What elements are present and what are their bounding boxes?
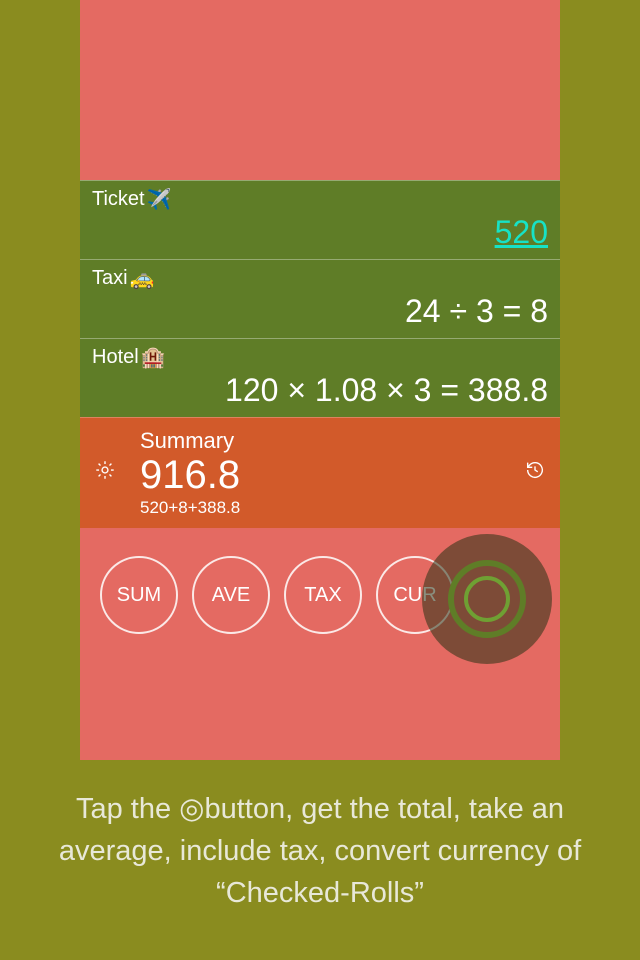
summary-expression: 520+8+388.8 (140, 498, 546, 518)
summary-total: 916.8 (140, 454, 546, 496)
expense-row-taxi[interactable]: Taxi 🚕 24 ÷ 3 = 8 (80, 259, 560, 338)
row-label-text: Ticket (92, 188, 145, 211)
row-value: 120 × 1.08 × 3 = 388.8 (92, 372, 548, 409)
taxi-icon: 🚕 (130, 266, 155, 291)
ring-button[interactable] (422, 534, 552, 664)
operation-bar: SUM AVE TAX CUR (80, 528, 560, 678)
tax-button[interactable]: TAX (284, 556, 362, 634)
airplane-icon: ✈️ (147, 187, 172, 212)
row-label: Taxi 🚕 (92, 266, 548, 291)
app-screen: Ticket ✈️ 520 Taxi 🚕 24 ÷ 3 = 8 Hotel 🏨 … (80, 0, 560, 760)
ring-icon (448, 560, 526, 638)
ave-button[interactable]: AVE (192, 556, 270, 634)
row-label-text: Taxi (92, 267, 128, 290)
ring-icon-inner (464, 576, 510, 622)
sum-button[interactable]: SUM (100, 556, 178, 634)
row-label: Hotel 🏨 (92, 345, 548, 370)
summary-panel: Summary 916.8 520+8+388.8 (80, 417, 560, 528)
settings-button[interactable] (94, 459, 116, 487)
gear-icon (94, 459, 116, 481)
expense-row-hotel[interactable]: Hotel 🏨 120 × 1.08 × 3 = 388.8 (80, 338, 560, 417)
row-label-text: Hotel (92, 346, 139, 369)
row-value: 520 (92, 214, 548, 251)
history-icon (524, 459, 546, 481)
expense-row-ticket[interactable]: Ticket ✈️ 520 (80, 180, 560, 259)
promo-caption: Tap the ◎button, get the total, take an … (20, 788, 620, 914)
summary-title: Summary (140, 428, 546, 454)
hotel-icon: 🏨 (141, 345, 166, 370)
top-spacer (80, 0, 560, 180)
row-label: Ticket ✈️ (92, 187, 548, 212)
row-value: 24 ÷ 3 = 8 (92, 293, 548, 330)
history-button[interactable] (524, 459, 546, 487)
